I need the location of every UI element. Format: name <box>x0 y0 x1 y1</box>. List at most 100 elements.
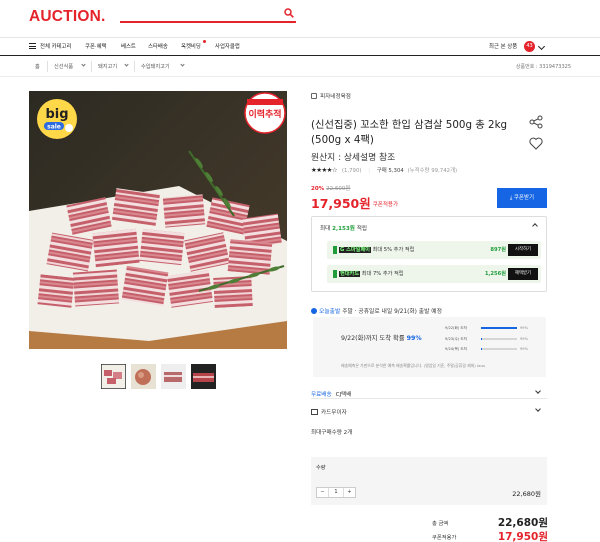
purchase-count: 구매 5,304 <box>376 168 404 174</box>
big-sale-badge-icon: big sale <box>37 99 77 139</box>
divider <box>311 398 547 399</box>
installment-option[interactable]: 카드무이자 <box>311 403 547 421</box>
coupon-price-amount: 17,950원 <box>497 531 548 542</box>
svg-text:sale: sale <box>47 124 61 131</box>
forecast-row-label: 9/23(수) 도착 <box>445 337 467 341</box>
share-icon[interactable] <box>529 115 543 129</box>
truck-icon <box>311 308 317 314</box>
thumbnail-3[interactable] <box>161 364 186 389</box>
delivery-option-text: 무료배송 CJ택배 <box>311 390 351 398</box>
card-points: 897원 <box>490 247 506 253</box>
forecast-row-pct: 99% <box>520 326 528 330</box>
breadcrumb: 홈 신선식품 돼지고기 수입돼지고기 상품번호 : 3319473325 <box>0 57 600 77</box>
discount-rate: 20% <box>311 186 325 192</box>
chevron-down-icon[interactable] <box>124 62 129 67</box>
chevron-up-icon[interactable] <box>532 223 538 229</box>
card-benefit-desc: 최대 7% 추가 적립 <box>361 271 404 277</box>
breadcrumb-item[interactable]: 신선식품 <box>54 63 73 70</box>
nav-recent-products[interactable]: 최근 본 상품 <box>489 42 517 50</box>
card-benefit-text: 현대카드 최대 7% 추가 적립 <box>339 270 404 277</box>
chevron-down-icon[interactable] <box>81 62 86 67</box>
quantity-stepper[interactable]: − 1 + <box>316 487 356 498</box>
nav-all-categories[interactable]: 전체 카테고리 <box>40 42 71 50</box>
svg-text:big: big <box>45 107 68 122</box>
benefit-suffix: 적립 <box>356 226 367 232</box>
forecast-row-label: 9/22(화) 도착 <box>445 326 467 330</box>
quantity-input[interactable]: 1 <box>328 488 344 497</box>
card-benefit-text: G 스마일페이 최대 5% 추가 적립 <box>339 246 414 253</box>
delivery-forecast: 9/22(화)까지 도착 확률 99% 9/22(화) 도착 99% 9/23(… <box>313 317 546 377</box>
nav-item-bidding[interactable]: 옥켓비딩 <box>181 42 201 50</box>
forecast-pct: 99% <box>406 335 422 342</box>
card-benefit-row: G 스마일페이 최대 5% 추가 적립 897원 시작하기 <box>327 241 541 259</box>
breadcrumb-home[interactable]: 홈 <box>35 63 40 70</box>
forecast-bar <box>481 327 517 329</box>
review-count[interactable]: (1,790) <box>342 168 362 174</box>
search-icon[interactable] <box>284 8 294 18</box>
divider <box>91 61 92 72</box>
card-benefit-row: 현대카드 최대 7% 추가 적립 1,256원 혜택받기 <box>327 265 541 283</box>
nav-item-star-delivery[interactable]: 스타배송 <box>148 42 168 50</box>
total-label: 총 금액 <box>432 521 449 527</box>
svg-text:이력추적: 이력추적 <box>248 108 281 120</box>
quantity-price: 22,680원 <box>512 490 541 498</box>
seller-link[interactable]: 피자네정육점 <box>320 94 351 100</box>
chevron-down-icon[interactable] <box>537 42 546 51</box>
forecast-summary: 9/22(화)까지 도착 확률 99% <box>341 333 422 342</box>
forecast-row-label: 9/24(목) 도착 <box>445 347 467 351</box>
thumbnail-2[interactable] <box>131 364 156 389</box>
recent-count-badge[interactable]: 43 <box>524 41 535 52</box>
decrement-button[interactable]: − <box>317 488 328 497</box>
breadcrumb-item[interactable]: 수입돼지고기 <box>141 63 170 70</box>
start-button[interactable]: 시작하기 <box>508 244 538 256</box>
forecast-bar <box>481 338 517 340</box>
seller-name[interactable]: 피자네정육점 <box>311 92 351 100</box>
chevron-down-icon[interactable] <box>180 62 185 67</box>
store-icon <box>311 93 317 99</box>
increment-button[interactable]: + <box>344 488 355 497</box>
coupon-price-label: 쿠폰적용가 <box>432 535 457 541</box>
nav-item-best[interactable]: 베스트 <box>121 42 136 50</box>
breadcrumb-item[interactable]: 돼지고기 <box>98 63 117 70</box>
nav-item-coupon[interactable]: 쿠폰·혜택 <box>85 42 107 50</box>
today-ship-label: 오늘출발 <box>319 309 341 315</box>
product-title-line1: (신선집중) 꼬소한 한입 삼겹살 500g 총 2kg <box>311 119 508 131</box>
main-nav: 전체 카테고리 쿠폰·혜택 베스트 스타배송 옥켓비딩 사업자클럽 최근 본 상… <box>0 37 600 56</box>
product-main-image[interactable]: big sale 이력추적 <box>29 91 287 349</box>
chevron-down-icon[interactable] <box>535 406 541 412</box>
menu-icon[interactable] <box>29 43 36 49</box>
thumbnail-4[interactable] <box>191 364 216 389</box>
star-rating-icon: ★★★★☆ <box>311 166 338 174</box>
thumbnail-1[interactable] <box>101 364 126 389</box>
benefit-header[interactable]: 최대 2,153원 적립 <box>320 224 367 232</box>
card-icon <box>333 246 337 254</box>
rating-row: ★★★★☆ (1,790) | 구매 5,304 (누적수량 99,742개) <box>311 166 458 174</box>
forecast-row-pct: 99% <box>520 347 528 351</box>
benefit-box: 최대 2,153원 적립 G 스마일페이 최대 5% 추가 적립 897원 시작… <box>311 216 547 292</box>
new-dot-icon <box>203 40 206 43</box>
get-benefit-button[interactable]: 혜택받기 <box>508 268 538 280</box>
heart-icon[interactable] <box>529 137 543 150</box>
forecast-row-pct: 99% <box>520 337 528 341</box>
product-title-line2: (500g x 4팩) <box>311 134 374 146</box>
get-coupon-button[interactable]: ⤓ 쿠폰받기 <box>497 188 547 208</box>
auction-logo[interactable]: AUCTION. <box>29 8 106 26</box>
delivery-option[interactable]: 무료배송 CJ택배 <box>311 385 547 403</box>
divider <box>134 61 135 72</box>
search-input[interactable] <box>120 8 296 23</box>
purchase-note: (누적수량 99,742개) <box>407 168 458 174</box>
original-price: 22,600원 <box>326 186 351 192</box>
chevron-down-icon[interactable] <box>535 388 541 394</box>
origin-info: 원산지 : 상세설명 참조 <box>311 153 396 163</box>
forecast-bar <box>481 348 517 350</box>
nav-item-business-club[interactable]: 사업자클럽 <box>215 42 240 50</box>
max-purchase-info: 최대구매수량 2개 <box>311 430 353 436</box>
traceability-seal-icon: 이력추적 <box>244 92 286 134</box>
coupon-button-label: 쿠폰받기 <box>513 195 535 201</box>
card-benefit-desc: 최대 5% 추가 적립 <box>372 247 415 253</box>
sale-price: 17,950원 <box>311 196 371 211</box>
card-brand: 현대카드 <box>339 271 361 277</box>
shipping-text: 주말 · 공휴일로 내일 9/21(화) 출발 예정 <box>342 309 442 315</box>
benefit-amount: 2,153원 <box>332 226 355 232</box>
quantity-box: 수량 − 1 + 22,680원 <box>311 457 547 505</box>
